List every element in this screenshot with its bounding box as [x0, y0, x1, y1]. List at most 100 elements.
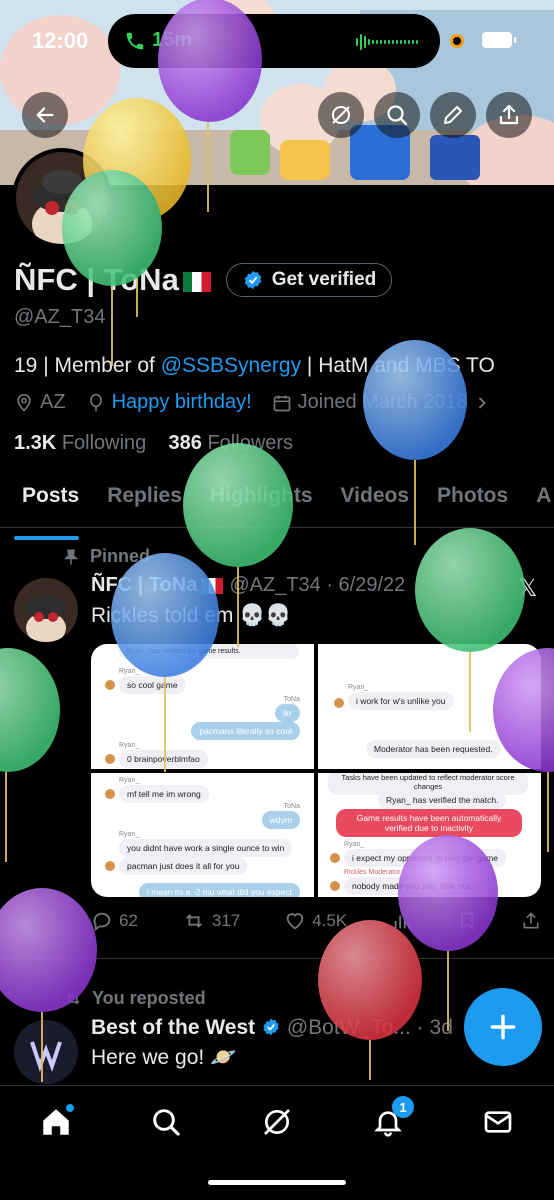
avatar-image [16, 152, 108, 244]
profile-name: ÑFC | ToNa [14, 262, 211, 298]
reply-button[interactable]: 62 [91, 910, 138, 932]
tab-replies[interactable]: Replies [93, 470, 196, 527]
chat-message: nobody made you play little mac [344, 876, 482, 895]
followers-link[interactable]: 386 Followers [169, 432, 294, 454]
analytics-icon [394, 915, 411, 929]
nav-messages[interactable] [478, 1102, 518, 1142]
chat-message: wdym [261, 810, 300, 829]
media-image-2[interactable]: Ryan_ i work for w's unlike you Moderato… [318, 644, 541, 769]
mic-indicator-icon [450, 34, 464, 48]
nav-notifications[interactable]: 1 [368, 1096, 414, 1142]
chat-message: i work for w's unlike you [348, 692, 454, 710]
notification-badge: 1 [392, 1096, 414, 1118]
repost-author-name[interactable]: Best of the West [91, 1016, 255, 1039]
nav-grok[interactable] [257, 1102, 297, 1142]
x-logo-icon[interactable]: 𝕏 [518, 574, 537, 603]
media-image-4[interactable]: Tasks have been updated to reflect moder… [318, 772, 541, 897]
post-author-avatar[interactable] [14, 578, 78, 642]
media-image-3[interactable]: Ryan_ mf tell me im wrong ToNa wdym Ryan… [91, 772, 314, 897]
share-post-button[interactable] [521, 910, 541, 932]
chat-name: Rickles Moderator [344, 868, 401, 876]
verified-badge-icon [244, 270, 262, 290]
following-count: 1.3K [14, 432, 57, 454]
following-label: Following [61, 432, 147, 454]
tab-videos[interactable]: Videos [327, 470, 423, 527]
back-button[interactable] [22, 92, 68, 138]
tab-highlights[interactable]: Highlights [196, 470, 327, 527]
repost-count: 317 [211, 911, 241, 930]
chat-name: ToNa [283, 802, 300, 810]
home-indicator[interactable] [208, 1180, 346, 1185]
bio-suffix: | HatM and MBS TO [301, 354, 495, 377]
display-name: ÑFC | ToNa [14, 262, 179, 297]
get-verified-button[interactable]: Get verified [226, 263, 392, 297]
chat-message: pacmans literally so cool [191, 722, 300, 740]
share-icon [523, 912, 539, 929]
chat-message: Game results have been automatically ver… [336, 808, 522, 837]
call-indicator: 15m [124, 29, 192, 52]
chat-message: 0 brainpoverblmfao [119, 750, 208, 768]
like-count: 4.5K [312, 911, 348, 930]
post-handle-date: @AZ_T34 · 6/29/22 [229, 574, 406, 596]
chat-avatar [105, 680, 115, 690]
chat-message: pacman just does it all for you [119, 856, 248, 875]
following-link[interactable]: 1.3K Following [14, 432, 146, 454]
chat-message: ikr [275, 704, 300, 722]
mail-icon [484, 1111, 512, 1133]
balloon-icon [415, 528, 525, 652]
grok-icon [332, 106, 350, 124]
pencil-icon [444, 106, 462, 124]
search-button[interactable] [374, 92, 420, 138]
repost-author-avatar[interactable] [14, 1020, 78, 1084]
reply-count: 62 [119, 911, 138, 930]
views-button[interactable] [391, 910, 413, 932]
chat-name: ToNa [283, 696, 300, 703]
repost-text: Here we go! 🪐 [91, 1046, 237, 1069]
dynamic-island[interactable]: 15m [108, 14, 440, 68]
location-text: AZ [40, 391, 66, 413]
repost-handle-time: @BotW_To... · 3d [286, 1016, 453, 1039]
profile-avatar[interactable] [12, 148, 112, 248]
nav-home[interactable] [36, 1102, 76, 1142]
repost-button[interactable]: 317 [182, 910, 240, 932]
post-header: ÑFC | ToNa @AZ_T34 · 6/29/22 [91, 574, 405, 597]
bio-prefix: 19 | Member of [14, 354, 161, 377]
post-text: Rickles told em 💀💀 [91, 604, 292, 627]
post-author-name[interactable]: ÑFC | ToNa [91, 574, 197, 596]
bio-mention-link[interactable]: @SSBSynergy [161, 354, 301, 377]
call-duration: 15m [152, 29, 193, 51]
share-button[interactable] [486, 92, 532, 138]
reply-icon [93, 912, 111, 932]
like-button[interactable]: 4.5K [284, 910, 347, 932]
tab-posts[interactable]: Posts [0, 470, 93, 540]
joined-date: Joined March 2018 [297, 391, 468, 413]
phone-icon [126, 32, 144, 49]
pin-icon [63, 549, 79, 564]
bookmark-icon [461, 912, 473, 931]
repost-icon [66, 992, 80, 1005]
chat-avatar [105, 860, 115, 871]
compose-post-button[interactable] [464, 988, 542, 1066]
chat-name: Ryan_ [119, 742, 140, 749]
tab-articles[interactable]: A [522, 470, 554, 527]
media-image-1[interactable]: Ryan_ has verified the game results. Rya… [91, 644, 314, 769]
profile-bio: 19 | Member of @SSBSynergy | HatM and MB… [14, 354, 495, 378]
bookmark-button[interactable] [457, 910, 477, 932]
profile-handle: @AZ_T34 [14, 306, 106, 328]
tab-photos[interactable]: Photos [423, 470, 522, 527]
birthday-link[interactable]: Happy birthday! [112, 391, 252, 414]
followers-count: 386 [168, 432, 202, 454]
chat-message: i expect my opponent to play the game [344, 848, 507, 867]
audio-waveform-icon [356, 34, 418, 50]
chat-avatar [105, 788, 115, 799]
chat-message: i mean its a -2 mu what did you expect [138, 882, 300, 897]
edit-button[interactable] [430, 92, 476, 138]
location-pin-icon [17, 393, 31, 412]
grok-button[interactable] [318, 92, 364, 138]
post-media-grid[interactable]: Ryan_ has verified the game results. Rya… [91, 644, 541, 897]
plus-icon [490, 1014, 516, 1040]
nav-search[interactable] [146, 1102, 186, 1142]
chat-message: so cool game [119, 676, 186, 694]
chat-message: Ryan_ has verified the game results. [119, 644, 299, 659]
chat-name: Ryan_ [119, 776, 140, 784]
